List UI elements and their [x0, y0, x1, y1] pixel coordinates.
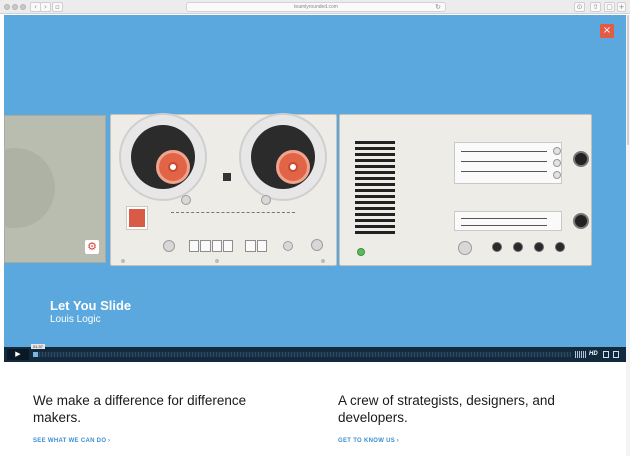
speaker-illustration: ⚙: [4, 115, 106, 263]
link-label: SEE WHAT WE CAN DO: [33, 438, 107, 444]
progress-bar[interactable]: [33, 352, 571, 357]
reload-icon[interactable]: ↻: [435, 3, 441, 11]
play-button[interactable]: ▶: [7, 349, 29, 360]
section-difference: We make a difference for difference make…: [33, 392, 273, 444]
see-what-we-can-do-link[interactable]: SEE WHAT WE CAN DO ›: [33, 438, 110, 444]
volume-knob: [573, 151, 589, 167]
scrollbar[interactable]: [626, 15, 630, 456]
download-icon[interactable]: ⊙: [574, 2, 585, 12]
tuning-knob: [573, 213, 589, 229]
progress-fill: [33, 352, 39, 357]
close-window-icon[interactable]: [4, 4, 10, 10]
right-reel: [239, 113, 327, 201]
radio-grille: [355, 141, 395, 235]
deck-indicator: [223, 173, 231, 181]
chevron-right-icon: ›: [108, 438, 111, 444]
address-text: teamlyrounded.com: [294, 4, 338, 10]
transport-keys: [189, 240, 233, 252]
tape-deck-illustration: [110, 113, 337, 266]
chevron-right-icon: ›: [396, 438, 400, 444]
deck-knob: [311, 239, 323, 251]
browser-toolbar: ‹ › ▫ teamlyrounded.com ↻ ⊙ ⇧ ▢ +: [0, 0, 630, 14]
gear-icon[interactable]: ⚙: [85, 240, 99, 254]
deck-knob: [283, 241, 293, 251]
section-heading: A crew of strategists, designers, and de…: [338, 393, 555, 425]
tuner-dial: [454, 142, 562, 184]
section-heading: We make a difference for difference make…: [33, 393, 247, 425]
deck-roller: [181, 195, 191, 205]
small-knob: [513, 242, 523, 252]
section-crew: A crew of strategists, designers, and de…: [338, 392, 578, 444]
link-label: GET TO KNOW US: [338, 438, 396, 444]
radio-illustration: [339, 114, 592, 266]
radio-switch: [458, 241, 472, 255]
sidebar-icon[interactable]: ▫: [52, 2, 63, 12]
tabs-icon[interactable]: ▢: [604, 2, 615, 12]
get-to-know-us-link[interactable]: GET TO KNOW US ›: [338, 438, 399, 444]
scrollbar-thumb[interactable]: [627, 15, 629, 145]
hd-badge[interactable]: HD: [589, 349, 598, 360]
minimize-window-icon[interactable]: [12, 4, 18, 10]
power-light: [357, 248, 365, 256]
fullscreen-icon[interactable]: [613, 351, 619, 358]
small-knob: [534, 242, 544, 252]
left-reel: [119, 113, 207, 201]
deck-knob: [163, 240, 175, 252]
settings-icon[interactable]: [603, 351, 609, 358]
video-player-controls: ▶ 01:37 HD: [4, 344, 626, 362]
share-icon[interactable]: ⇧: [590, 2, 601, 12]
small-knob: [492, 242, 502, 252]
deck-roller: [261, 195, 271, 205]
level-meter: [126, 206, 148, 230]
zoom-window-icon[interactable]: [20, 4, 26, 10]
small-knob: [555, 242, 565, 252]
hero-banner: × ⚙ Let You Slide Louis Logic: [4, 15, 626, 362]
track-artist: Louis Logic: [50, 314, 101, 325]
time-badge: 01:37: [31, 344, 46, 349]
add-tab-icon[interactable]: +: [617, 2, 626, 12]
volume-icon[interactable]: [575, 351, 587, 358]
address-bar[interactable]: teamlyrounded.com ↻: [186, 2, 446, 12]
forward-button[interactable]: ›: [40, 2, 51, 12]
track-title: Let You Slide: [50, 298, 132, 313]
close-icon[interactable]: ×: [600, 24, 614, 38]
band-dial: [454, 211, 562, 231]
function-keys: [245, 240, 267, 252]
